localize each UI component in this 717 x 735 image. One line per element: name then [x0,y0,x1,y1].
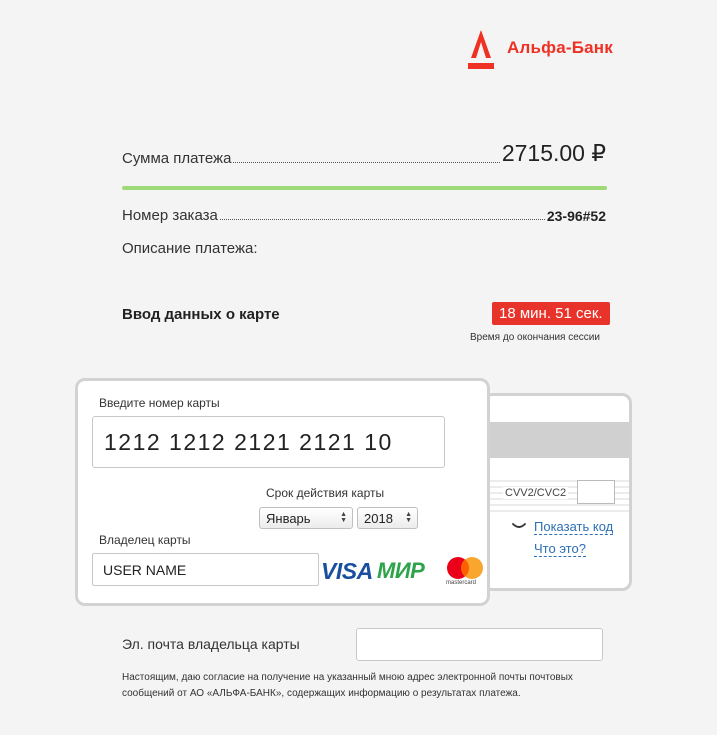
consent-text: Настоящим, даю согласие на получение на … [122,672,573,699]
card-number-label: Введите номер карты [99,396,220,410]
order-label: Номер заказа [122,207,218,224]
email-input[interactable] [356,628,603,661]
cvv-label: CVV2/CVC2 [503,487,569,499]
expiry-year-select[interactable]: 2018 ▲ ▼ [357,507,418,529]
show-code-link[interactable]: Показать код [534,519,614,535]
mastercard-wordmark: mastercard [446,580,477,586]
alfa-letter-a-icon [468,30,494,69]
eye-closed-icon[interactable] [511,522,527,530]
what-is-this-link[interactable]: Что это? [534,541,586,557]
visa-logo: VISA [321,558,373,584]
brand-name: Альфа-Банк [507,38,613,57]
magnetic-stripe [485,422,629,458]
amount-row: Сумма платежа 2715.00 ₽ [122,140,606,167]
description-label: Описание платежа: [122,240,258,257]
card-section-title: Ввод данных о карте [122,306,280,323]
card-holder-label: Владелец карты [99,533,191,547]
expiry-month-value: Январь [266,510,311,526]
select-arrows-icon: ▲ ▼ [340,511,347,524]
timer-caption: Время до окончания сессии [470,332,600,343]
card-number-input[interactable] [92,416,445,468]
amount-label: Сумма платежа [122,150,232,167]
divider-line [122,186,607,190]
order-row: Номер заказа 23-96#52 [122,207,606,224]
card-holder-input[interactable] [92,553,319,586]
cvv-input[interactable] [577,480,615,504]
dotted-leader [219,218,545,220]
expiry-year-value: 2018 [364,510,393,526]
dotted-leader [233,161,500,163]
mir-logo: МИР [377,558,425,583]
expiry-label: Срок действия карты [266,486,385,500]
order-value: 23-96#52 [546,208,606,224]
amount-value: 2715.00 ₽ [501,140,606,166]
expiry-month-select[interactable]: Январь ▲ ▼ [259,507,353,529]
mastercard-circles-icon [447,557,483,579]
session-timer-badge: 18 мин. 51 сек. [492,302,610,325]
email-label: Эл. почта владельца карты [122,636,300,652]
select-arrows-icon: ▲ ▼ [405,511,412,524]
